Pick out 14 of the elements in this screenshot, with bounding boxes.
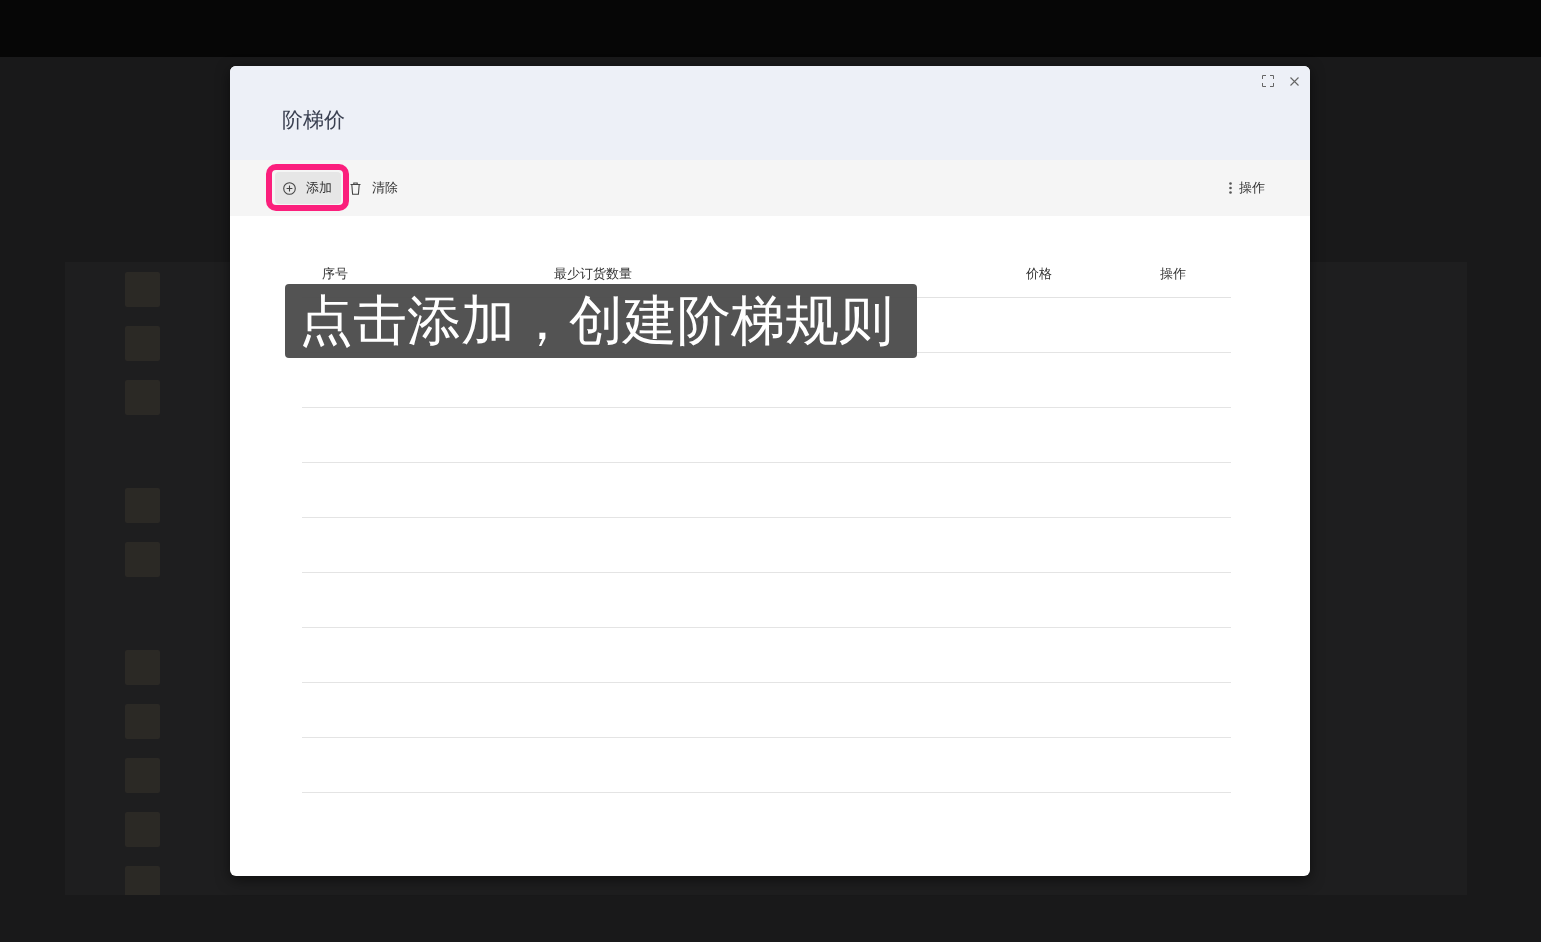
column-header: 序号 xyxy=(321,265,349,283)
fullscreen-icon[interactable] xyxy=(1262,75,1274,87)
trash-icon xyxy=(350,181,361,195)
column-header: 最少订货数量 xyxy=(553,265,633,283)
caption-overlay: 点击添加，创建阶梯规则 xyxy=(285,284,917,358)
dialog-title: 阶梯价 xyxy=(282,106,345,134)
close-icon[interactable] xyxy=(1290,76,1299,86)
plus-circle-icon xyxy=(283,181,296,195)
column-header: 操作 xyxy=(1159,265,1187,283)
operations-menu-button[interactable]: 操作 xyxy=(1225,172,1269,204)
more-vertical-icon xyxy=(1229,182,1232,194)
clear-button[interactable]: 清除 xyxy=(346,172,402,204)
add-button[interactable]: 添加 xyxy=(275,172,341,204)
column-header: 价格 xyxy=(1025,265,1053,283)
